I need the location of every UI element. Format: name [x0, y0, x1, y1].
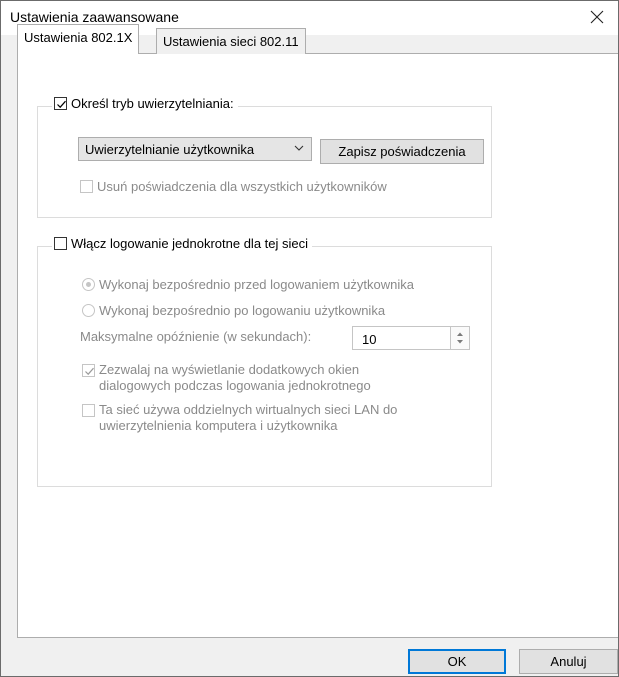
- tab-80211-settings[interactable]: Ustawienia sieci 802.11: [156, 28, 306, 54]
- max-delay-label: Maksymalne opóźnienie (w sekundach):: [80, 329, 312, 344]
- allow-dialogs-label: Zezwalaj na wyświetlanie dodatkowych oki…: [99, 362, 371, 394]
- separate-vlan-line2: uwierzytelnienia komputera i użytkownika: [99, 418, 338, 433]
- cancel-button-label: Anuluj: [550, 654, 587, 669]
- auth-mode-select[interactable]: Uwierzytelnianie użytkownika: [78, 137, 312, 161]
- max-delay-row: Maksymalne opóźnienie (w sekundach):: [80, 329, 311, 344]
- delete-credentials-row[interactable]: Usuń poświadczenia dla wszystkich użytko…: [80, 179, 387, 194]
- auth-mode-group: Określ tryb uwierzytelniania: Uwierzytel…: [37, 96, 492, 218]
- radio-before-logon-label: Wykonaj bezpośrednio przed logowaniem uż…: [99, 277, 414, 292]
- cancel-button[interactable]: Anuluj: [519, 649, 618, 674]
- advanced-settings-dialog: Ustawienia zaawansowane Ustawienia 802.1…: [0, 0, 619, 677]
- sso-group: Włącz logowanie jednokrotne dla tej siec…: [37, 236, 492, 487]
- save-credentials-label: Zapisz poświadczenia: [338, 144, 466, 159]
- window-title: Ustawienia zaawansowane: [10, 9, 179, 25]
- close-button[interactable]: [576, 1, 618, 35]
- allow-dialogs-row[interactable]: Zezwalaj na wyświetlanie dodatkowych oki…: [82, 362, 371, 394]
- auth-mode-legend: Określ tryb uwierzytelniania:: [52, 96, 238, 111]
- delete-credentials-checkbox[interactable]: [80, 180, 93, 193]
- allow-dialogs-checkbox[interactable]: [82, 364, 95, 377]
- separate-vlan-row[interactable]: Ta sieć używa oddzielnych wirtualnych si…: [82, 402, 397, 434]
- chevron-down-icon: [293, 142, 305, 157]
- close-icon: [590, 8, 604, 29]
- sso-label: Włącz logowanie jednokrotne dla tej siec…: [71, 236, 309, 251]
- radio-after-logon-row[interactable]: Wykonaj bezpośrednio po logowaniu użytko…: [82, 303, 385, 318]
- auth-mode-label: Określ tryb uwierzytelniania:: [71, 96, 234, 111]
- radio-after-logon[interactable]: [82, 304, 95, 317]
- auth-mode-select-value: Uwierzytelnianie użytkownika: [85, 141, 255, 157]
- max-delay-stepper[interactable]: 10: [352, 326, 470, 350]
- tab-8021x-settings[interactable]: Ustawienia 802.1X: [17, 24, 140, 54]
- separate-vlan-checkbox[interactable]: [82, 404, 95, 417]
- allow-dialogs-line1: Zezwalaj na wyświetlanie dodatkowych oki…: [99, 362, 360, 377]
- stepper-arrows[interactable]: [450, 327, 469, 349]
- max-delay-value: 10: [362, 332, 377, 347]
- ok-button-label: OK: [447, 654, 467, 669]
- separate-vlan-line1: Ta sieć używa oddzielnych wirtualnych si…: [99, 402, 398, 417]
- separate-vlan-label: Ta sieć używa oddzielnych wirtualnych si…: [99, 402, 397, 434]
- spin-arrows-icon: [457, 332, 463, 344]
- radio-before-logon-row[interactable]: Wykonaj bezpośrednio przed logowaniem uż…: [82, 277, 414, 292]
- radio-before-logon[interactable]: [82, 278, 95, 291]
- tab-label: Ustawienia sieci 802.11: [163, 34, 299, 49]
- save-credentials-button[interactable]: Zapisz poświadczenia: [320, 139, 484, 164]
- ok-button[interactable]: OK: [408, 649, 506, 674]
- sso-legend: Włącz logowanie jednokrotne dla tej siec…: [52, 236, 313, 251]
- checkmark-icon: [85, 367, 94, 376]
- sso-checkbox[interactable]: [54, 237, 67, 250]
- tab-label: Ustawienia 802.1X: [24, 30, 133, 45]
- tab-panel: Określ tryb uwierzytelniania: Uwierzytel…: [17, 53, 618, 638]
- delete-credentials-label: Usuń poświadczenia dla wszystkich użytko…: [97, 179, 387, 194]
- checkmark-icon: [57, 100, 66, 109]
- allow-dialogs-line2: dialogowych podczas logowania jednokrotn…: [99, 378, 371, 393]
- radio-after-logon-label: Wykonaj bezpośrednio po logowaniu użytko…: [99, 303, 386, 318]
- auth-mode-checkbox[interactable]: [54, 97, 67, 110]
